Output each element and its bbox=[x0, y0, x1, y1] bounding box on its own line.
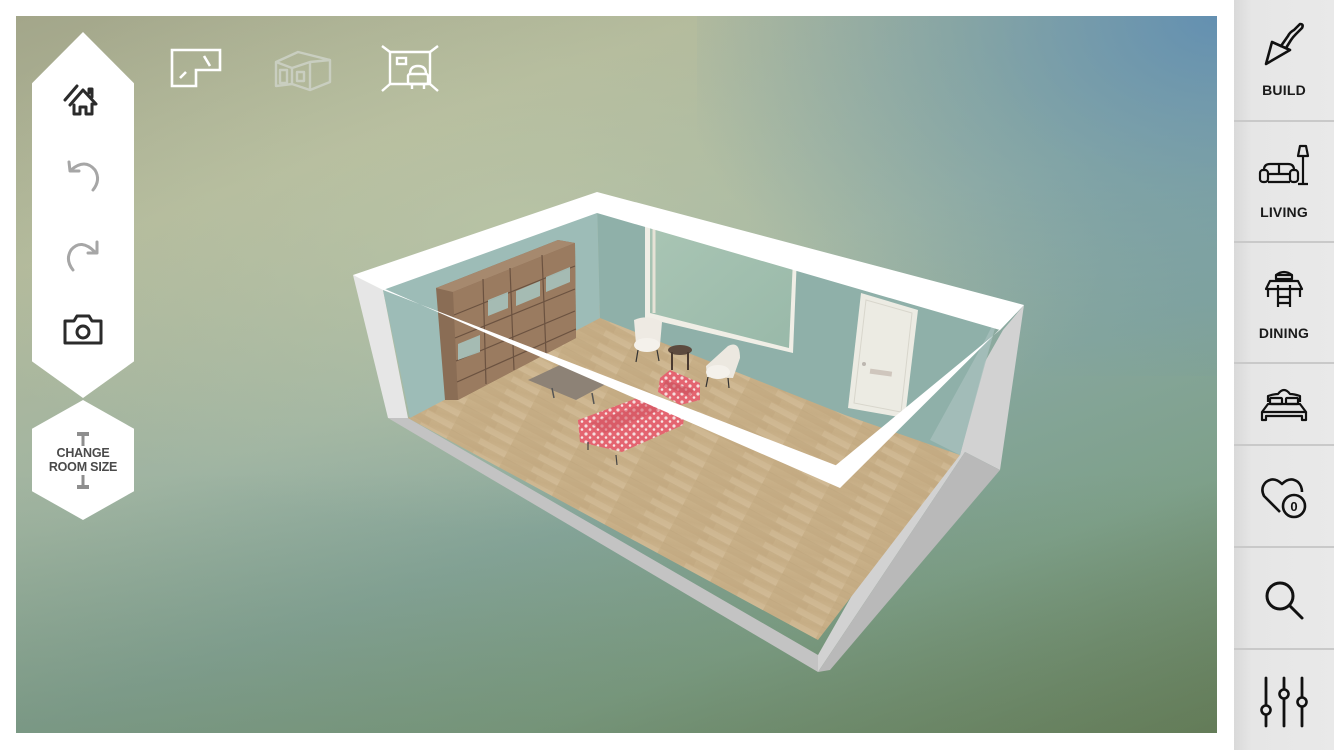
sidebar-item-build[interactable]: BUILD bbox=[1234, 0, 1334, 122]
heart-icon: 0 bbox=[1261, 478, 1307, 519]
home-edit-button[interactable] bbox=[58, 75, 108, 125]
resize-handle-top-icon bbox=[77, 432, 89, 446]
room-size-label: CHANGE ROOM SIZE bbox=[32, 446, 134, 474]
category-sidebar: BUILD LIVING DINING 0 bbox=[1234, 0, 1334, 750]
sidebar-item-dining[interactable]: DINING bbox=[1234, 243, 1334, 364]
sidebar-item-settings[interactable] bbox=[1234, 650, 1334, 750]
snapshot-button[interactable] bbox=[58, 304, 108, 354]
room-size-line1: CHANGE bbox=[56, 446, 110, 460]
resize-handle-bottom-icon bbox=[77, 475, 89, 489]
undo-icon bbox=[67, 160, 100, 192]
room-view-button[interactable] bbox=[380, 44, 440, 94]
room-furniture-icon bbox=[381, 45, 439, 92]
sidebar-label-dining: DINING bbox=[1258, 325, 1310, 341]
3d-view-button[interactable] bbox=[272, 44, 332, 94]
sliders-icon bbox=[1260, 676, 1308, 728]
sidebar-item-search[interactable] bbox=[1234, 548, 1334, 650]
floor-plan-icon bbox=[170, 48, 222, 88]
floor-plan-view-button[interactable] bbox=[166, 44, 226, 94]
3d-house-icon bbox=[274, 50, 332, 92]
sofa-lamp-icon bbox=[1258, 144, 1310, 186]
camera-icon bbox=[63, 314, 103, 345]
change-room-size-button[interactable]: CHANGE ROOM SIZE bbox=[32, 400, 134, 520]
left-toolbar bbox=[32, 32, 134, 398]
room-scene[interactable] bbox=[16, 16, 1217, 733]
favorites-count: 0 bbox=[1290, 499, 1297, 514]
sidebar-label-build: BUILD bbox=[1262, 82, 1306, 98]
bed-icon bbox=[1260, 388, 1308, 422]
3d-viewport[interactable] bbox=[16, 16, 1217, 733]
undo-button[interactable] bbox=[58, 151, 108, 201]
trowel-icon bbox=[1264, 22, 1304, 66]
sidebar-label-living: LIVING bbox=[1260, 204, 1308, 220]
search-icon bbox=[1265, 581, 1304, 620]
sidebar-item-bedroom[interactable] bbox=[1234, 364, 1334, 446]
home-edit-icon bbox=[63, 84, 98, 116]
room-size-line2: ROOM SIZE bbox=[48, 460, 118, 474]
dining-table-icon bbox=[1264, 270, 1304, 307]
redo-icon bbox=[66, 240, 99, 272]
sidebar-item-living[interactable]: LIVING bbox=[1234, 122, 1334, 243]
sidebar-item-favorites[interactable]: 0 bbox=[1234, 446, 1334, 548]
redo-button[interactable] bbox=[58, 227, 108, 277]
